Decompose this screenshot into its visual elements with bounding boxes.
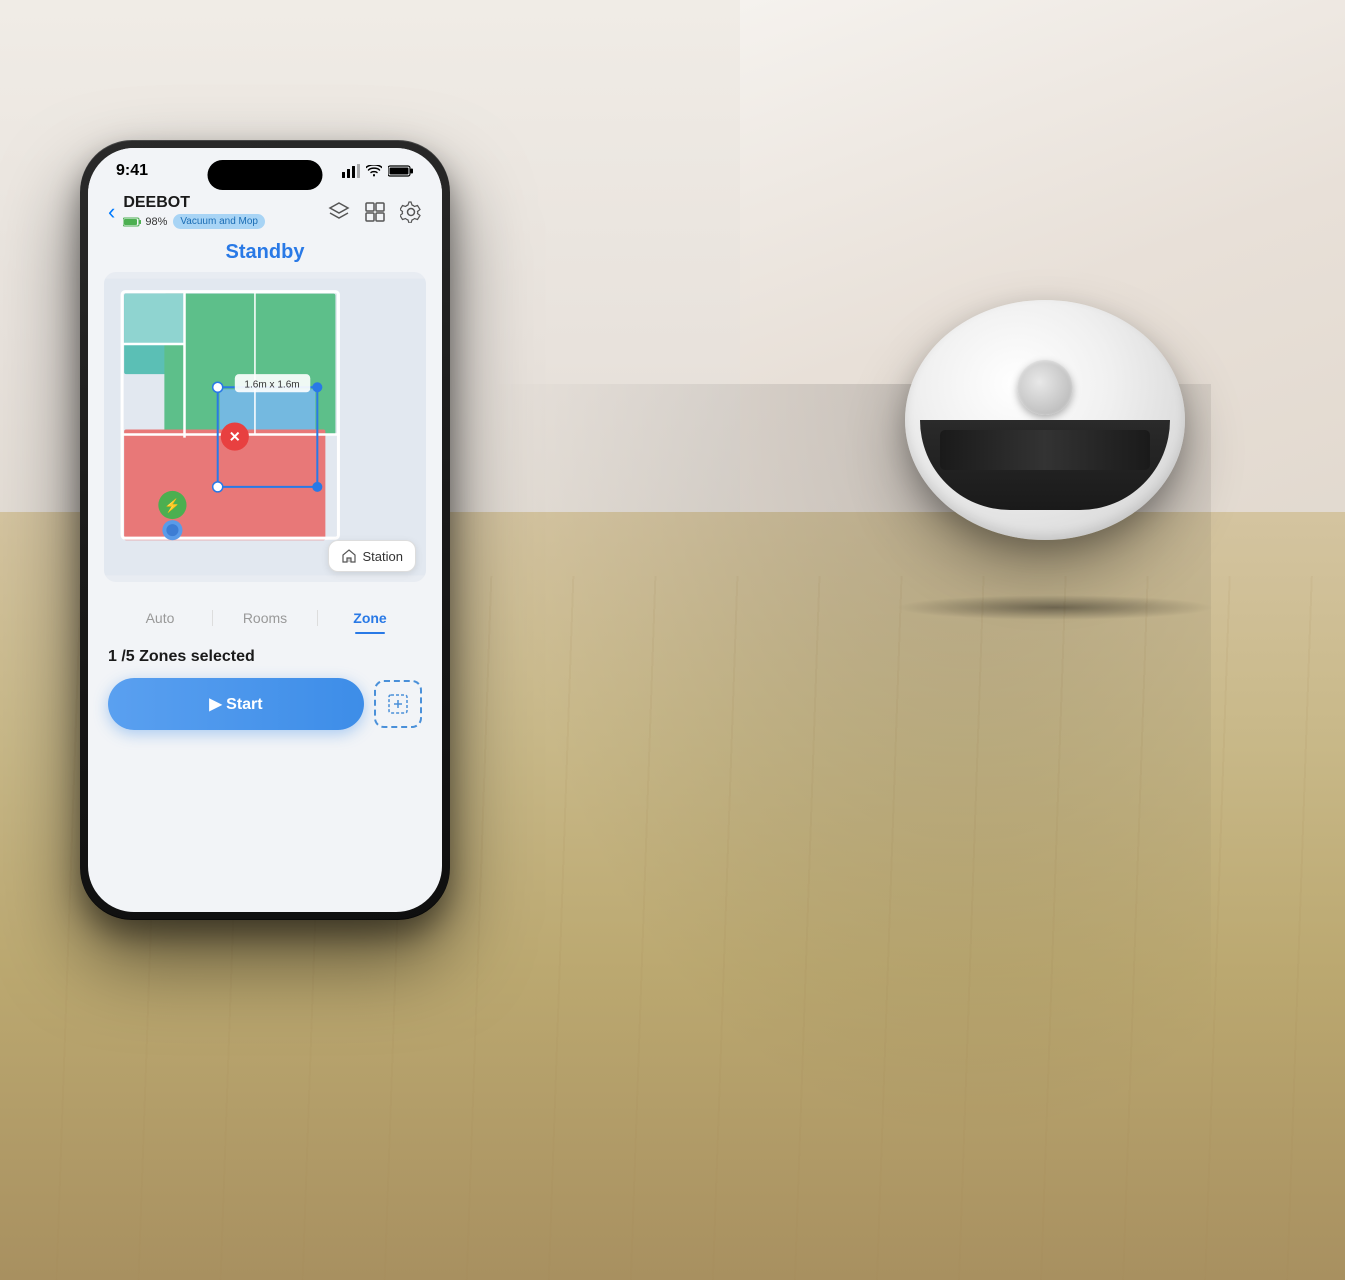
- tab-rooms[interactable]: Rooms: [213, 602, 317, 634]
- map-canvas[interactable]: 1.6m x 1.6m ✕ ⚡: [104, 272, 426, 582]
- add-zone-icon: [387, 693, 409, 715]
- layers-icon[interactable]: [328, 201, 350, 223]
- svg-text:⚡: ⚡: [164, 498, 180, 514]
- settings-icon[interactable]: [400, 201, 422, 223]
- status-icons: [342, 164, 414, 178]
- robot-shadow: [895, 595, 1215, 620]
- standby-label: Standby: [104, 241, 426, 264]
- wifi-icon: [366, 165, 382, 177]
- phone-screen: 9:41: [88, 148, 442, 912]
- home-icon: [341, 548, 357, 564]
- back-button[interactable]: ‹: [108, 199, 115, 225]
- dynamic-island: [208, 160, 323, 190]
- robot-vacuum: [885, 280, 1225, 620]
- tab-zone[interactable]: Zone: [318, 602, 422, 634]
- battery-percentage: 98%: [145, 216, 167, 228]
- map-area: Standby: [88, 235, 442, 592]
- battery-icon: [388, 164, 414, 178]
- floor-map-svg: 1.6m x 1.6m ✕ ⚡: [104, 272, 426, 582]
- action-row: ▶ Start: [108, 678, 422, 730]
- top-nav: ‹ DEEBOT 98%: [88, 186, 442, 235]
- phone: 9:41: [80, 140, 450, 920]
- phone-frame: 9:41: [80, 140, 450, 920]
- nav-right: [328, 201, 422, 223]
- station-button[interactable]: Station: [328, 540, 416, 572]
- mode-badge: Vacuum and Mop: [173, 214, 265, 229]
- signal-icon: [342, 164, 360, 178]
- add-zone-button[interactable]: [374, 680, 422, 728]
- robot-sensor: [1018, 360, 1073, 415]
- svg-text:✕: ✕: [229, 429, 241, 445]
- bottom-controls: Auto Rooms Zone 1 /5 Zones selected ▶ St…: [88, 592, 442, 746]
- tab-auto[interactable]: Auto: [108, 602, 212, 634]
- zones-selected-label: 1 /5 Zones selected: [108, 648, 422, 666]
- battery-small-svg: [123, 217, 143, 227]
- robot-body: [905, 300, 1185, 540]
- station-label: Station: [363, 549, 403, 564]
- device-info: DEEBOT 98% Vacuum and: [123, 194, 265, 229]
- grid-icon[interactable]: [364, 201, 386, 223]
- status-time: 9:41: [116, 162, 148, 180]
- robot-front-panel: [920, 420, 1170, 510]
- svg-text:1.6m x 1.6m: 1.6m x 1.6m: [244, 379, 299, 390]
- nav-left: ‹ DEEBOT 98%: [108, 194, 265, 229]
- device-name: DEEBOT: [123, 194, 265, 212]
- start-button[interactable]: ▶ Start: [108, 678, 364, 730]
- mode-tabs: Auto Rooms Zone: [108, 602, 422, 634]
- device-status: 98% Vacuum and Mop: [123, 214, 265, 229]
- battery-small-icon: 98%: [123, 216, 167, 228]
